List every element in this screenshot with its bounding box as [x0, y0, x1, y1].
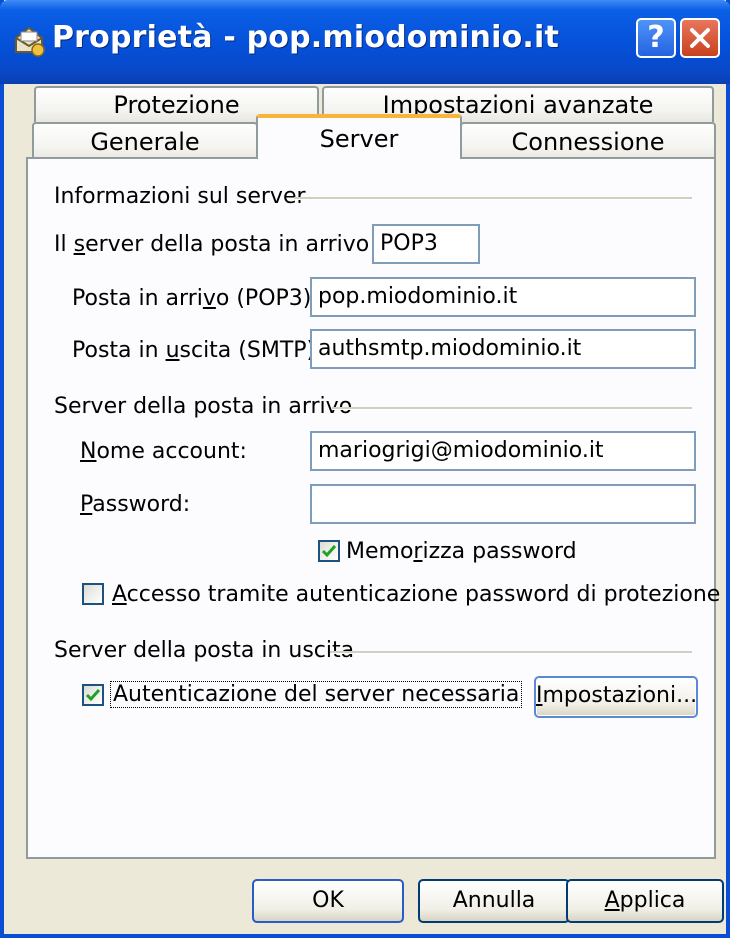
help-button[interactable]: ?: [636, 18, 676, 58]
spa-label[interactable]: Accesso tramite autenticazione password …: [112, 582, 720, 607]
apply-button-label: Applica: [604, 888, 686, 913]
divider: [330, 651, 692, 654]
account-name-label: Nome account:: [80, 439, 247, 464]
remember-password-checkbox[interactable]: [318, 540, 340, 562]
properties-dialog: Proprietà - pop.miodominio.it ? Protezio…: [0, 0, 730, 938]
tab-label: Generale: [90, 128, 200, 156]
incoming-server-label: Posta in arrivo (POP3):: [72, 286, 319, 311]
section-heading-outgoing-server: Server della posta in uscita: [54, 638, 355, 663]
tab-connessione[interactable]: Connessione: [460, 122, 716, 159]
tab-label: Connessione: [511, 128, 665, 156]
incoming-server-type-label: Il server della posta in arrivo è:: [54, 232, 398, 257]
ok-button[interactable]: OK: [252, 879, 404, 923]
divider: [294, 197, 692, 200]
incoming-server-input[interactable]: pop.miodominio.it: [310, 277, 696, 317]
close-button[interactable]: [680, 18, 720, 58]
tab-generale[interactable]: Generale: [32, 122, 258, 159]
incoming-server-type-field: POP3: [372, 224, 480, 264]
divider: [332, 407, 692, 410]
outgoing-server-input[interactable]: authsmtp.miodominio.it: [310, 329, 696, 369]
apply-button[interactable]: Applica: [566, 879, 724, 923]
spa-checkbox[interactable]: [82, 583, 104, 605]
cancel-button-label: Annulla: [452, 888, 536, 913]
server-auth-checkbox[interactable]: [82, 684, 104, 706]
remember-password-label[interactable]: Memorizza password: [346, 539, 577, 564]
window-title: Proprietà - pop.miodominio.it: [52, 20, 560, 55]
section-heading-server-info: Informazioni sul server: [54, 184, 306, 209]
tab-server[interactable]: Server: [256, 114, 462, 159]
close-icon: [690, 28, 710, 48]
title-bar[interactable]: Proprietà - pop.miodominio.it ?: [0, 0, 730, 84]
tab-label: Server: [319, 125, 399, 153]
checkmark-icon: [85, 689, 101, 702]
password-label: Password:: [80, 492, 191, 517]
help-icon: ?: [647, 20, 665, 55]
cancel-button[interactable]: Annulla: [418, 879, 570, 923]
password-input[interactable]: [310, 484, 696, 524]
ok-button-label: OK: [312, 888, 344, 913]
server-auth-label[interactable]: Autenticazione del server necessaria: [110, 681, 523, 708]
mail-account-icon: [15, 26, 45, 57]
settings-button-label: Impostazioni...: [536, 683, 698, 708]
account-name-input[interactable]: mariogrigi@miodominio.it: [310, 431, 696, 471]
settings-button[interactable]: Impostazioni...: [534, 676, 698, 718]
selected-tab-join: [258, 155, 460, 159]
checkmark-icon: [321, 545, 337, 558]
section-heading-incoming-server: Server della posta in arrivo: [54, 394, 353, 419]
outgoing-server-label: Posta in uscita (SMTP):: [72, 338, 323, 363]
